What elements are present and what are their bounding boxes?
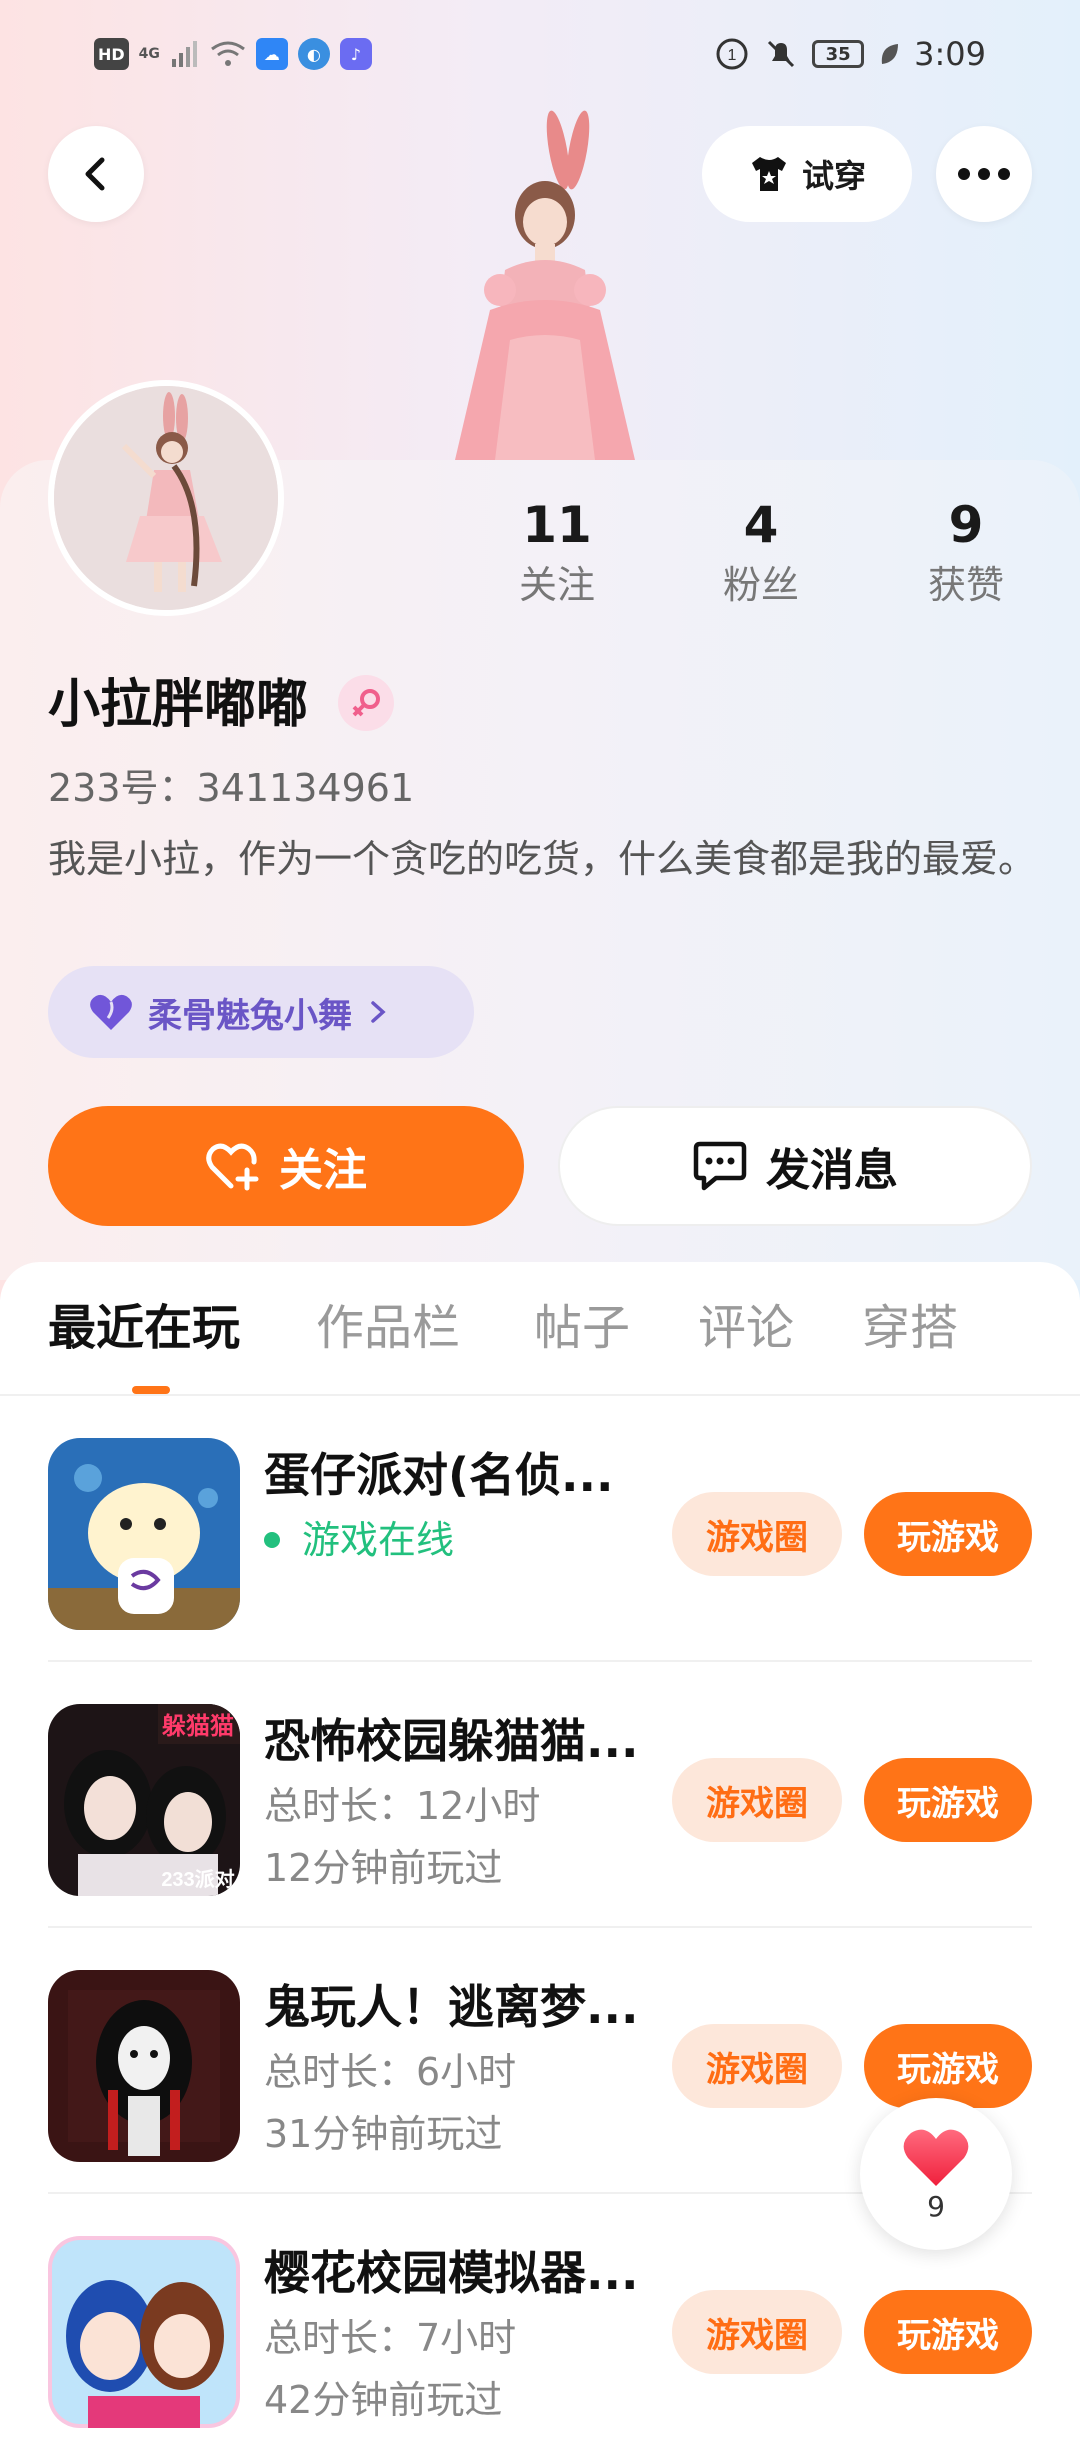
avatar[interactable] <box>48 380 284 616</box>
wifi-icon <box>211 41 245 66</box>
game-title: 樱花校园模拟器... <box>264 2246 639 2300</box>
avatar-image <box>54 386 278 610</box>
stat-label: 获赞 <box>927 563 1004 607</box>
status-right: 1 35 3:09 <box>714 30 986 78</box>
game-row[interactable]: 樱花校园模拟器... 总时长：7小时 42分钟前玩过 游戏圈 玩游戏 <box>48 2194 1032 2460</box>
game-icon-horror-campus: 躲猫猫 233派对 <box>48 1704 240 1896</box>
svg-text:躲猫猫: 躲猫猫 <box>162 1712 234 1740</box>
female-icon <box>352 689 380 717</box>
mute-bell-icon <box>768 40 795 68</box>
tab-outfits[interactable]: 穿搭 <box>862 1298 958 1358</box>
game-total-time: 总时长：7小时 <box>264 2316 517 2360</box>
tab-comments[interactable]: 评论 <box>698 1298 794 1358</box>
try-on-button[interactable]: 试穿 <box>702 126 912 222</box>
more-button[interactable] <box>936 126 1032 222</box>
stat-value: 9 <box>948 496 984 554</box>
game-online-status: 游戏在线 <box>264 1510 454 1570</box>
stat-value: 4 <box>743 496 779 554</box>
tab-recently-played[interactable]: 最近在玩 <box>48 1298 240 1358</box>
status-bar: HD 4G ☁ ◐ ♪ 1 35 3:09 <box>0 0 1080 110</box>
heart-icon <box>903 2129 969 2186</box>
play-game-button[interactable]: 玩游戏 <box>864 1758 1032 1842</box>
dance-tag-label: 柔骨魅兔小舞 <box>148 995 352 1036</box>
game-circle-button[interactable]: 游戏圈 <box>672 2024 842 2108</box>
heart-icon <box>90 994 132 1030</box>
avatar-character-art <box>455 110 635 460</box>
game-circle-button[interactable]: 游戏圈 <box>672 1758 842 1842</box>
chevron-left-icon <box>85 157 105 191</box>
svg-text:233派对: 233派对 <box>161 1867 234 1891</box>
status-left: HD 4G ☁ ◐ ♪ <box>94 34 372 74</box>
game-row[interactable]: 蛋仔派对(名侦... 游戏在线 游戏圈 玩游戏 <box>48 1396 1032 1662</box>
game-row[interactable]: 躲猫猫 233派对 恐怖校园躲猫猫... 总时长：12小时 12分钟前玩过 游戏… <box>48 1662 1032 1928</box>
try-on-label: 试穿 <box>801 157 866 195</box>
game-last-played: 12分钟前玩过 <box>264 1846 503 1890</box>
stat-likes[interactable]: 9 获赞 <box>886 490 1046 610</box>
back-button[interactable] <box>48 126 144 222</box>
signal-icon <box>171 41 197 67</box>
play-game-button[interactable]: 玩游戏 <box>864 1492 1032 1576</box>
game-title: 鬼玩人！逃离梦... <box>264 1980 639 2034</box>
stat-followers[interactable]: 4 粉丝 <box>681 490 841 610</box>
bio: 我是小拉，作为一个贪吃的吃货，什么美食都是我的最爱。 <box>48 837 1037 881</box>
clock: 3:09 <box>914 35 986 73</box>
game-title: 恐怖校园躲猫猫... <box>264 1714 639 1768</box>
game-icon-sakura-school <box>48 2236 240 2428</box>
tab-bar: 最近在玩 作品栏 帖子 评论 穿搭 <box>0 1262 1080 1396</box>
chevron-right-icon <box>371 1001 386 1023</box>
nickname: 小拉胖嘟嘟 <box>48 675 309 735</box>
user-id: 233号：341134961 <box>48 766 415 810</box>
play-game-button[interactable]: 玩游戏 <box>864 2024 1032 2108</box>
browser-app-icon: ◐ <box>297 38 330 70</box>
game-circle-button[interactable]: 游戏圈 <box>672 2290 842 2374</box>
stat-label: 关注 <box>518 563 595 607</box>
follow-button[interactable]: 关注 <box>48 1106 524 1226</box>
hd-indicator: HD <box>94 38 129 70</box>
network-indicator: 4G <box>138 46 160 62</box>
chat-icon <box>693 1141 747 1191</box>
tab-indicator <box>132 1386 170 1394</box>
game-total-time: 总时长：6小时 <box>264 2050 517 2094</box>
cloud-app-icon: ☁ <box>255 38 288 70</box>
tab-works[interactable]: 作品栏 <box>316 1298 460 1358</box>
follow-label: 关注 <box>279 1145 367 1196</box>
stat-following[interactable]: 11 关注 <box>477 490 637 610</box>
message-button[interactable]: 发消息 <box>558 1106 1032 1226</box>
game-last-played: 42分钟前玩过 <box>264 2378 503 2422</box>
game-total-time: 总时长：12小时 <box>264 1784 541 1828</box>
like-count: 9 <box>927 2189 945 2223</box>
game-icon-eggy-party <box>48 1438 240 1630</box>
online-label: 游戏在线 <box>302 1518 455 1562</box>
more-dots-icon <box>958 168 1010 180</box>
game-circle-button[interactable]: 游戏圈 <box>672 1492 842 1576</box>
floating-like-button[interactable]: 9 <box>860 2098 1012 2250</box>
data-saver-icon: 1 <box>716 38 748 70</box>
music-app-icon: ♪ <box>339 38 372 70</box>
battery-indicator: 35 <box>812 40 865 68</box>
game-icon-ghost-escape <box>48 1970 240 2162</box>
shirt-icon <box>751 157 786 191</box>
stat-label: 粉丝 <box>722 563 799 607</box>
tab-posts[interactable]: 帖子 <box>534 1298 630 1358</box>
leaf-icon <box>881 44 899 64</box>
online-dot <box>264 1532 280 1548</box>
game-last-played: 31分钟前玩过 <box>264 2112 503 2156</box>
play-game-button[interactable]: 玩游戏 <box>864 2290 1032 2374</box>
svg-text:1: 1 <box>728 47 737 64</box>
game-title: 蛋仔派对(名侦... <box>264 1448 614 1502</box>
stat-value: 11 <box>522 496 592 554</box>
message-label: 发消息 <box>766 1145 898 1196</box>
gender-badge <box>338 675 394 731</box>
dance-tag[interactable]: 柔骨魅兔小舞 <box>48 966 474 1058</box>
heart-plus-icon <box>206 1143 259 1191</box>
